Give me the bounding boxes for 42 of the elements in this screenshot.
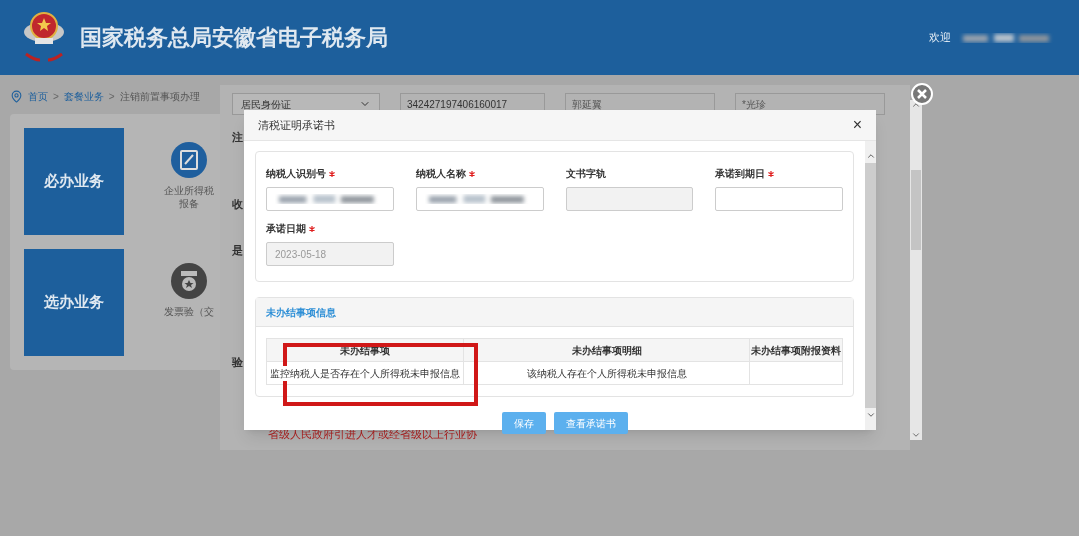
field-label: 纳税人识别号 bbox=[266, 167, 326, 181]
breadcrumb-separator: > bbox=[53, 90, 59, 104]
breadcrumb-separator: > bbox=[108, 90, 115, 104]
scroll-up-icon[interactable] bbox=[911, 100, 921, 110]
site-title: 国家税务总局安徽省电子税务局 bbox=[80, 24, 388, 52]
form-label: 注 bbox=[232, 130, 243, 145]
close-button[interactable]: × bbox=[852, 117, 862, 133]
field-label: 文书字轨 bbox=[565, 167, 606, 181]
scroll-down-icon[interactable] bbox=[911, 430, 921, 440]
edit-icon bbox=[171, 142, 207, 178]
category-tile[interactable]: 选办业务 bbox=[24, 249, 124, 356]
service-label[interactable]: 发票验（交 bbox=[164, 305, 214, 318]
category-tile[interactable]: 必办业务 bbox=[24, 128, 124, 235]
medal-icon bbox=[171, 263, 207, 299]
table-cell: 该纳税人存在个人所得税未申报信息 bbox=[463, 361, 749, 384]
scroll-up-icon[interactable] bbox=[865, 151, 876, 161]
scroll-down-icon[interactable] bbox=[865, 410, 876, 420]
field-label: 承诺日期 bbox=[266, 222, 306, 236]
column-header: 未办结事项附报资料 bbox=[749, 339, 842, 361]
form-label: 是 bbox=[232, 243, 243, 258]
dialog-title: 清税证明承诺书 bbox=[258, 117, 335, 133]
action-button[interactable]: 查看承诺书 bbox=[553, 412, 628, 434]
input-field[interactable] bbox=[415, 187, 544, 211]
breadcrumb-link[interactable]: 首页 bbox=[28, 89, 48, 104]
location-icon bbox=[10, 90, 23, 103]
scrollbar-thumb[interactable] bbox=[911, 170, 921, 250]
table-cell: 监控纳税人是否存在个人所得税未申报信息 bbox=[270, 365, 460, 381]
welcome-text: 欢迎 bbox=[929, 30, 951, 46]
form-label: 验 bbox=[232, 354, 243, 370]
breadcrumb-link[interactable]: 注销前置事项办理 bbox=[119, 89, 200, 104]
field-label: 承诺到期日 bbox=[715, 167, 766, 181]
section-title: 未办结事项信息 bbox=[266, 305, 336, 320]
action-button[interactable]: 保存 bbox=[501, 412, 546, 434]
form-label: 收 bbox=[232, 196, 243, 212]
input-field[interactable] bbox=[266, 187, 394, 211]
breadcrumb-link[interactable]: 套餐业务 bbox=[63, 89, 104, 104]
scrollbar-thumb[interactable] bbox=[865, 163, 876, 408]
input-field[interactable] bbox=[715, 187, 843, 211]
column-header: 未办结事项明细 bbox=[463, 339, 749, 361]
service-label[interactable]: 企业所得税 报备 bbox=[164, 184, 214, 210]
close-icon[interactable] bbox=[911, 83, 933, 105]
field-label: 纳税人名称 bbox=[415, 167, 466, 181]
